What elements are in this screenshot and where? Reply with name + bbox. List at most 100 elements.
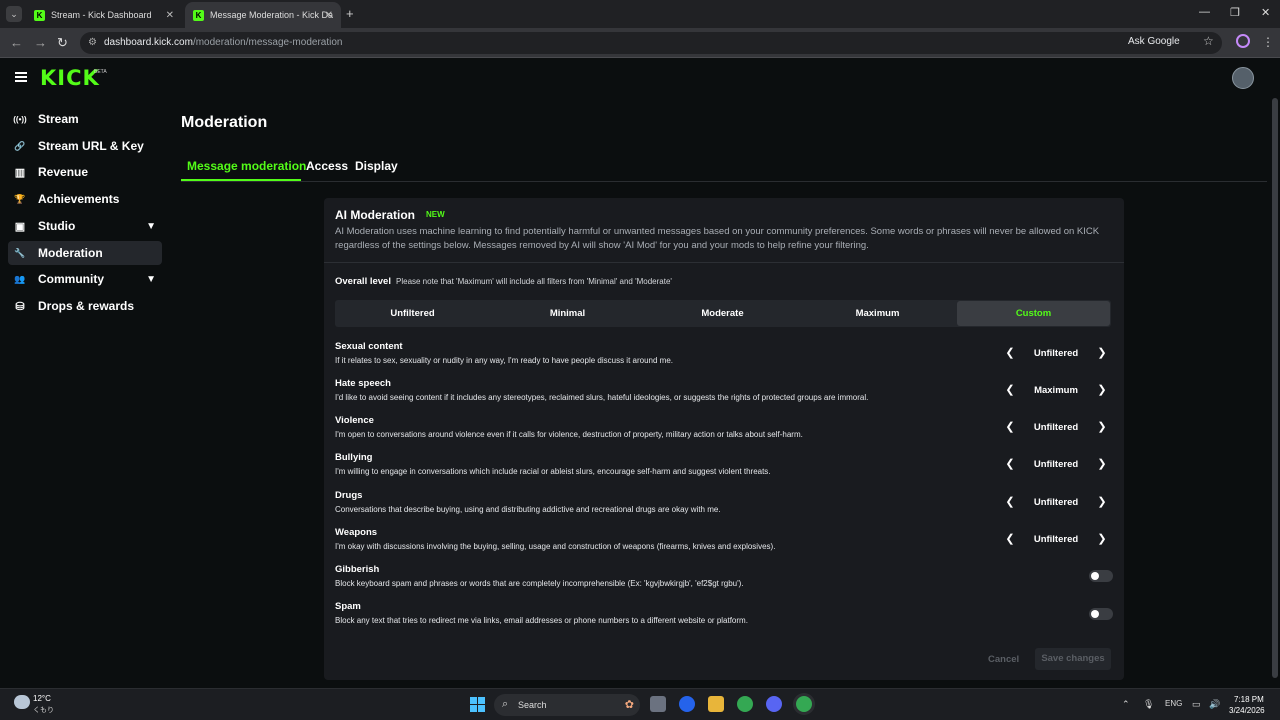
category-description: I'm willing to engage in conversations w… bbox=[335, 467, 771, 476]
tab-search-button[interactable]: ⌄ bbox=[6, 6, 22, 22]
bookmark-star-icon[interactable]: ☆ bbox=[1203, 34, 1214, 48]
task-view-icon[interactable] bbox=[650, 696, 666, 712]
weather-temperature: 12°C bbox=[33, 694, 51, 703]
chevron-left-icon[interactable]: ❮ bbox=[1002, 345, 1018, 361]
sidebar-item-label: Studio bbox=[38, 219, 76, 233]
page-title: Moderation bbox=[181, 114, 268, 131]
chevron-right-icon[interactable]: ❯ bbox=[1094, 531, 1110, 547]
tab-message-moderation[interactable]: Message moderation bbox=[187, 159, 306, 173]
minimize-icon[interactable]: — bbox=[1199, 6, 1210, 18]
input-language[interactable]: ENG bbox=[1165, 699, 1182, 708]
forward-icon[interactable]: → bbox=[34, 35, 47, 50]
microphone-icon[interactable]: 🎙 bbox=[1143, 699, 1154, 710]
level-moderate-button[interactable]: Moderate bbox=[646, 301, 799, 326]
chevron-left-icon[interactable]: ❮ bbox=[1002, 531, 1018, 547]
cancel-button[interactable]: Cancel bbox=[988, 654, 1019, 665]
new-tab-button[interactable]: + bbox=[346, 6, 354, 21]
sidebar-item-label: Stream URL & Key bbox=[38, 139, 144, 153]
taskbar-search[interactable]: ⌕ Search ✿ bbox=[494, 694, 640, 716]
sidebar-item-achievements[interactable]: 🏆 Achievements bbox=[8, 187, 162, 211]
url-path: /moderation/message-moderation bbox=[192, 37, 343, 48]
sidebar-item-stream-url-key[interactable]: 🔗 Stream URL & Key bbox=[8, 134, 162, 158]
chrome-active-icon[interactable] bbox=[796, 696, 812, 712]
chevron-right-icon[interactable]: ❯ bbox=[1094, 419, 1110, 435]
overall-level-note: Please note that 'Maximum' will include … bbox=[396, 277, 672, 286]
browser-tab-message-moderation[interactable]: K Message Moderation - Kick Da ✕ bbox=[185, 2, 341, 28]
browser-menu-icon[interactable]: ⋮ bbox=[1262, 35, 1274, 49]
windows-start-icon[interactable] bbox=[470, 697, 485, 712]
sidebar-item-studio[interactable]: ▣ Studio ▼ bbox=[8, 214, 162, 238]
chevron-left-icon[interactable]: ❮ bbox=[1002, 494, 1018, 510]
chevron-right-icon[interactable]: ❯ bbox=[1094, 345, 1110, 361]
address-bar[interactable]: ⚙ dashboard.kick.com/moderation/message-… bbox=[80, 32, 1222, 54]
sidebar-item-community[interactable]: 👥 Community ▼ bbox=[8, 267, 162, 291]
discord-icon[interactable] bbox=[766, 696, 782, 712]
broadcast-icon: ((•)) bbox=[13, 114, 27, 124]
sidebar-item-stream[interactable]: ((•)) Stream bbox=[8, 107, 162, 131]
gibberish-toggle[interactable] bbox=[1089, 570, 1113, 582]
level-maximum-button[interactable]: Maximum bbox=[801, 301, 954, 326]
close-tab-icon[interactable]: ✕ bbox=[325, 10, 333, 21]
level-custom-button[interactable]: Custom bbox=[957, 301, 1110, 326]
tab-access[interactable]: Access bbox=[306, 159, 348, 173]
user-avatar[interactable] bbox=[1232, 67, 1254, 89]
chevron-left-icon[interactable]: ❮ bbox=[1002, 456, 1018, 472]
close-window-icon[interactable]: ✕ bbox=[1261, 6, 1270, 19]
sidebar-item-revenue[interactable]: ▥ Revenue bbox=[8, 160, 162, 184]
back-icon[interactable]: ← bbox=[10, 35, 23, 50]
kick-logo[interactable]: KICK bbox=[40, 66, 100, 90]
toggle-description: Block keyboard spam and phrases or words… bbox=[335, 579, 744, 588]
category-description: I'd like to avoid seeing content if it i… bbox=[335, 393, 869, 402]
restore-icon[interactable]: ❐ bbox=[1230, 6, 1240, 19]
sidebar-item-drops-rewards[interactable]: ⛁ Drops & rewards bbox=[8, 294, 162, 318]
tray-overflow-icon[interactable]: ⌃ bbox=[1122, 699, 1130, 710]
network-icon[interactable]: ▭ bbox=[1192, 699, 1201, 710]
volume-icon[interactable]: 🔊 bbox=[1209, 699, 1220, 710]
chevron-right-icon[interactable]: ❯ bbox=[1094, 382, 1110, 398]
category-level-value: Unfiltered bbox=[1033, 422, 1079, 433]
sidebar-item-moderation[interactable]: 🔧 Moderation bbox=[8, 241, 162, 265]
save-changes-button[interactable]: Save changes bbox=[1035, 648, 1111, 670]
clock-date[interactable]: 3/24/2026 bbox=[1229, 706, 1265, 715]
overall-level-selector: Unfiltered Minimal Moderate Maximum Cust… bbox=[335, 300, 1111, 327]
url-text: dashboard.kick.com/moderation/message-mo… bbox=[104, 37, 342, 48]
toggle-knob bbox=[1091, 610, 1099, 618]
chevron-right-icon[interactable]: ❯ bbox=[1094, 494, 1110, 510]
clock-time[interactable]: 7:18 PM bbox=[1234, 695, 1264, 704]
chrome-icon[interactable] bbox=[737, 696, 753, 712]
ai-moderation-title: AI Moderation bbox=[335, 208, 415, 222]
toggle-knob bbox=[1091, 572, 1099, 580]
chevron-down-icon[interactable]: ▼ bbox=[146, 221, 156, 232]
level-unfiltered-button[interactable]: Unfiltered bbox=[336, 301, 489, 326]
spam-toggle[interactable] bbox=[1089, 608, 1113, 620]
site-info-icon[interactable]: ⚙ bbox=[88, 37, 100, 49]
category-description: I'm okay with discussions involving the … bbox=[335, 542, 776, 551]
browser-profile-icon[interactable] bbox=[1236, 34, 1250, 48]
reload-icon[interactable]: ↻ bbox=[57, 35, 68, 51]
category-level-value: Unfiltered bbox=[1033, 534, 1079, 545]
browser-tab-stream[interactable]: K Stream - Kick Dashboard ✕ bbox=[26, 2, 182, 28]
search-label: Search bbox=[518, 700, 547, 710]
level-minimal-button[interactable]: Minimal bbox=[491, 301, 644, 326]
chevron-down-icon[interactable]: ▼ bbox=[146, 274, 156, 285]
tab-divider bbox=[181, 181, 1267, 182]
toggle-title: Spam bbox=[335, 601, 361, 612]
tab-display[interactable]: Display bbox=[355, 159, 398, 173]
chevron-left-icon[interactable]: ❮ bbox=[1002, 419, 1018, 435]
chevron-left-icon[interactable]: ❮ bbox=[1002, 382, 1018, 398]
hamburger-menu-icon[interactable] bbox=[15, 72, 27, 82]
ask-google-button[interactable]: Ask Google bbox=[1128, 36, 1180, 47]
weather-cloud-icon[interactable] bbox=[14, 695, 30, 709]
category-description: I'm open to conversations around violenc… bbox=[335, 430, 803, 439]
windows-taskbar: 12°C くもり ⌕ Search ✿ ⌃ 🎙 ENG ▭ 🔊 7:18 PM … bbox=[0, 688, 1280, 720]
copilot-icon[interactable] bbox=[679, 696, 695, 712]
dashboard-page: KICK BETA ((•)) Stream 🔗 Stream URL & Ke… bbox=[0, 58, 1280, 688]
page-scrollbar[interactable] bbox=[1272, 98, 1278, 678]
active-tab-indicator bbox=[181, 179, 301, 181]
category-title: Weapons bbox=[335, 527, 378, 538]
file-explorer-icon[interactable] bbox=[708, 696, 724, 712]
chevron-right-icon[interactable]: ❯ bbox=[1094, 456, 1110, 472]
chart-icon: ▥ bbox=[14, 166, 26, 179]
close-tab-icon[interactable]: ✕ bbox=[166, 10, 174, 21]
sidebar-item-label: Stream bbox=[38, 112, 79, 126]
